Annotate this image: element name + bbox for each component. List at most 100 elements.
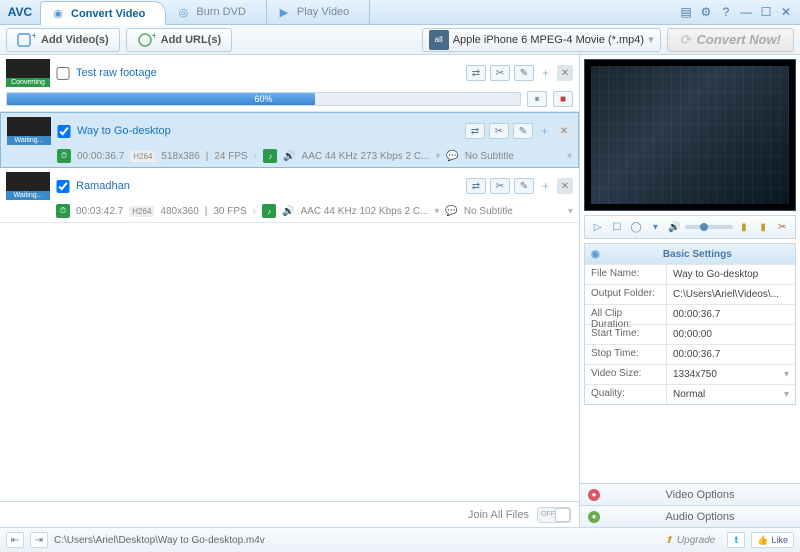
settings-row[interactable]: Quality:Normal	[585, 384, 795, 404]
chevron-down-icon[interactable]: ▾	[647, 219, 664, 235]
mark-out-icon[interactable]: ▮	[755, 219, 772, 235]
facebook-like-button[interactable]: 👍 Like	[751, 532, 794, 548]
item-checkbox[interactable]	[56, 180, 70, 193]
video-preview[interactable]	[584, 59, 796, 211]
right-panel: ▷ ☐ ◯ ▾ 🔊 ▮ ▮ ✂ ◉ Basic Settings File Na…	[580, 55, 800, 527]
scissors-icon[interactable]: ✂	[489, 123, 509, 139]
pause-icon[interactable]: ⏸	[527, 91, 547, 107]
mark-in-icon[interactable]: ▮	[735, 219, 752, 235]
audio-info: AAC 44 KHz 273 Kbps 2 C...	[302, 151, 430, 162]
scissors-icon[interactable]: ✂	[774, 219, 791, 235]
convert-now-button[interactable]: ⟳ Convert Now!	[667, 28, 794, 52]
gear-icon[interactable]: ⚙	[698, 4, 714, 20]
setting-value: 00:00:00	[667, 325, 795, 344]
scissors-icon[interactable]: ✂	[490, 65, 510, 81]
progress-pct: 60%	[254, 93, 272, 105]
volume-icon[interactable]: 🔊	[666, 219, 683, 235]
item-title: Ramadhan	[76, 180, 460, 192]
setting-key: Video Size:	[585, 365, 667, 384]
settings-icon[interactable]: ▤	[678, 4, 694, 20]
tab-burn-dvd[interactable]: ◎Burn DVD	[166, 0, 267, 24]
output-profile-select[interactable]: all Apple iPhone 6 MPEG-4 Movie (*.mp4) …	[422, 28, 661, 52]
wand-icon[interactable]: ✎	[513, 123, 533, 139]
preview-controls: ▷ ☐ ◯ ▾ 🔊 ▮ ▮ ✂	[584, 215, 796, 239]
minimize-icon[interactable]: —	[738, 4, 754, 20]
volume-slider[interactable]	[685, 225, 733, 229]
video-options-row[interactable]: ● Video Options	[580, 483, 800, 505]
audio-options-row[interactable]: ● Audio Options	[580, 505, 800, 527]
audio-options-label: Audio Options	[608, 511, 792, 523]
chevron-down-icon[interactable]: ▾	[567, 151, 572, 162]
chevron-right-icon[interactable]: ›	[254, 151, 257, 162]
setting-key: File Name:	[585, 265, 667, 284]
remove-icon[interactable]: ✕	[556, 123, 572, 139]
item-title: Way to Go-desktop	[77, 125, 459, 137]
thumbnail: Waiting...	[7, 117, 51, 145]
join-files-toggle[interactable]: OFF	[537, 507, 571, 523]
tabs: ◉Convert Video◎Burn DVD▶Play Video	[40, 0, 672, 24]
setting-key: Start Time:	[585, 325, 667, 344]
settings-header[interactable]: ◉ Basic Settings	[585, 244, 795, 264]
clock-icon: ⏱	[56, 204, 70, 218]
file-list: ConvertingTest raw footage⇄✂✎+✕60%⏸■Wait…	[0, 55, 579, 501]
add-urls-button[interactable]: + Add URL(s)	[126, 28, 233, 52]
maximize-icon[interactable]: ☐	[758, 4, 774, 20]
settings-header-label: Basic Settings	[606, 249, 789, 260]
swap-icon[interactable]: ⇄	[466, 65, 486, 81]
setting-value[interactable]: Normal	[667, 385, 795, 404]
setting-value: 00:00:36.7	[667, 305, 795, 324]
swap-icon[interactable]: ⇄	[466, 178, 486, 194]
scissors-icon[interactable]: ✂	[490, 178, 510, 194]
add-icon[interactable]: +	[537, 124, 552, 138]
upgrade-label: Upgrade	[677, 535, 715, 546]
setting-key: Output Folder:	[585, 285, 667, 304]
close-icon[interactable]: ✕	[778, 4, 794, 20]
titlebar: AVC ◉Convert Video◎Burn DVD▶Play Video ▤…	[0, 0, 800, 25]
wand-icon[interactable]: ✎	[514, 65, 534, 81]
snapshot-icon[interactable]: ◯	[628, 219, 645, 235]
wand-icon[interactable]: ✎	[514, 178, 534, 194]
tab-icon: ◎	[176, 5, 190, 19]
add-videos-label: Add Video(s)	[41, 34, 109, 46]
list-item[interactable]: Waiting...Way to Go-desktop⇄✂✎+✕⏱00:00:3…	[0, 112, 579, 168]
item-checkbox[interactable]	[57, 125, 71, 138]
swap-icon[interactable]: ⇄	[465, 123, 485, 139]
stop-record-icon[interactable]: ■	[553, 91, 573, 107]
vcodec-badge: H264	[129, 206, 154, 217]
settings-row[interactable]: Video Size:1334x750	[585, 364, 795, 384]
chevron-down-icon[interactable]: ▾	[435, 151, 440, 162]
remove-icon[interactable]: ✕	[557, 65, 573, 81]
list-item[interactable]: Waiting...Ramadhan⇄✂✎+✕⏱00:03:42.7H26448…	[0, 168, 579, 223]
add-videos-button[interactable]: + Add Video(s)	[6, 28, 120, 52]
svg-text:+: +	[32, 31, 35, 42]
tab-label: Play Video	[297, 6, 349, 18]
chevron-down-icon[interactable]: ▾	[434, 206, 439, 217]
item-checkbox[interactable]	[56, 67, 70, 80]
upgrade-button[interactable]: ⬆ Upgrade	[659, 535, 722, 546]
add-icon[interactable]: +	[538, 66, 553, 80]
prev-file-button[interactable]: ⇤	[6, 532, 24, 548]
thumbnail: Waiting...	[6, 172, 50, 200]
next-file-button[interactable]: ⇥	[30, 532, 48, 548]
speaker-icon: 🔊	[283, 151, 295, 162]
video-dot-icon: ●	[588, 489, 600, 501]
twitter-button[interactable]: t	[727, 532, 745, 548]
add-icon[interactable]: +	[538, 179, 553, 193]
setting-value[interactable]: 1334x750	[667, 365, 795, 384]
remove-icon[interactable]: ✕	[557, 178, 573, 194]
play-icon[interactable]: ▷	[589, 219, 606, 235]
tab-convert-video[interactable]: ◉Convert Video	[40, 1, 166, 25]
subtitle-label: No Subtitle	[464, 206, 513, 217]
subtitle-icon: 💬	[446, 151, 458, 162]
stop-icon[interactable]: ☐	[608, 219, 625, 235]
list-item[interactable]: ConvertingTest raw footage⇄✂✎+✕60%⏸■	[0, 55, 579, 112]
app-logo: AVC	[0, 5, 40, 19]
item-title: Test raw footage	[76, 67, 460, 79]
chevron-right-icon[interactable]: ›	[253, 206, 256, 217]
tab-play-video[interactable]: ▶Play Video	[267, 0, 370, 24]
chevron-down-icon[interactable]: ▾	[568, 206, 573, 217]
toolbar: + Add Video(s) + Add URL(s) all Apple iP…	[0, 25, 800, 55]
refresh-icon: ⟳	[680, 32, 691, 48]
window-controls: ▤ ⚙ ? — ☐ ✕	[672, 4, 800, 20]
help-icon[interactable]: ?	[718, 4, 734, 20]
